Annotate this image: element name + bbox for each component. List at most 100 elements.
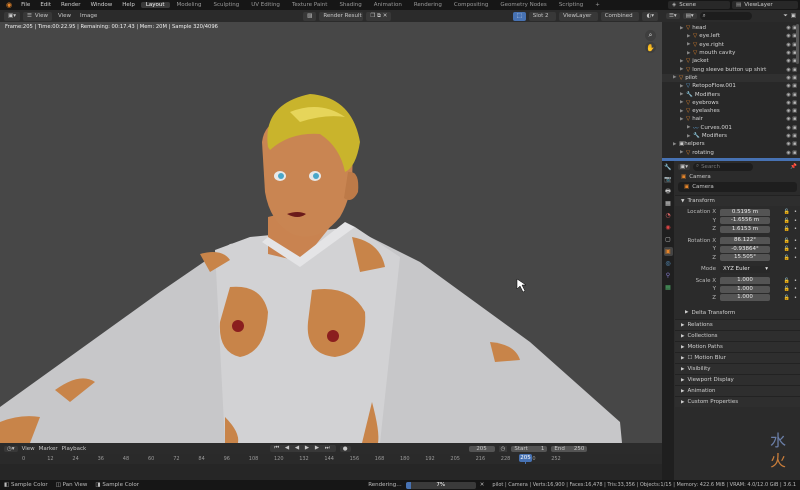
outliner-scrollbar[interactable]	[796, 24, 799, 64]
props-editor-type-button[interactable]: ▣▾	[678, 163, 690, 170]
workspace-tab-rendering[interactable]: Rendering	[409, 2, 447, 8]
lock-icon[interactable]: 🔓	[784, 295, 790, 301]
visibility-toggle-icon[interactable]: ◉ ▣	[786, 116, 797, 122]
scene-tab-icon[interactable]: ◔	[664, 211, 673, 220]
panel-header[interactable]: ▶ Motion Paths	[675, 341, 800, 352]
keyframe-dot-icon[interactable]: •	[794, 238, 797, 244]
object-tab-icon[interactable]: ▣	[663, 247, 673, 256]
outliner-item[interactable]: ▶ ▽ eye.left ◉ ▣	[662, 32, 800, 40]
image-name-field[interactable]: Render Result	[319, 11, 364, 21]
workspace-tab-animation[interactable]: Animation	[369, 2, 407, 8]
render-tab-icon[interactable]: 📷	[664, 175, 673, 184]
outliner-item[interactable]: ▶ 〰 Curves.001 ◉ ▣	[662, 124, 800, 132]
outliner-filter-icon[interactable]: ⏷	[783, 13, 787, 20]
delta-transform-panel[interactable]: ▶ Delta Transform	[675, 307, 800, 318]
motion-blur-checkbox[interactable]: ☐	[687, 355, 692, 361]
world-tab-icon[interactable]: ◉	[664, 223, 673, 232]
workspace-tab-compositing[interactable]: Compositing	[449, 2, 493, 8]
outliner-item[interactable]: ▶ ▽ RetopoFlow.001 ◉ ▣	[662, 82, 800, 90]
constraints-tab-icon[interactable]: ⚲	[664, 271, 673, 280]
scale-value-field[interactable]: 1.000	[720, 285, 770, 293]
pin-icon[interactable]: 📌	[790, 164, 797, 170]
workspace-tab-scripting[interactable]: Scripting	[554, 2, 588, 8]
timeline-editor-type-button[interactable]: ◷▾	[4, 445, 18, 452]
keyframe-dot-icon[interactable]: •	[794, 255, 797, 261]
outliner-item[interactable]: ▶ ▣ helpers ◉ ▣	[662, 140, 800, 148]
workspace-tab-sculpting[interactable]: Sculpting	[209, 2, 245, 8]
menu-edit[interactable]: Edit	[36, 2, 55, 8]
outliner-item[interactable]: ▶ ▽ eye.right ◉ ▣	[662, 41, 800, 49]
panel-header[interactable]: ▶ Relations	[675, 319, 800, 330]
panel-header[interactable]: ▶ ☐ Motion Blur	[675, 352, 800, 363]
outliner-item[interactable]: ▶ ▽ eyelashes ◉ ▣	[662, 107, 800, 115]
keyframe-dot-icon[interactable]: •	[794, 278, 797, 284]
workspace-tab-modeling[interactable]: Modeling	[172, 2, 207, 8]
lock-icon[interactable]: 🔓	[784, 255, 790, 261]
properties-search-input[interactable]: ⌕ Search	[692, 162, 753, 171]
start-frame-field[interactable]: Start 1	[511, 445, 548, 452]
image-menu[interactable]: Image	[77, 13, 100, 19]
visibility-toggle-icon[interactable]: ◉ ▣	[786, 133, 797, 139]
output-tab-icon[interactable]: 🖶	[664, 187, 673, 196]
timeline-playback-menu[interactable]: Playback	[62, 446, 87, 452]
workspace-tab-uv-editing[interactable]: UV Editing	[246, 2, 285, 8]
rotation-mode-dropdown[interactable]: XYZ Euler ▾	[720, 265, 770, 273]
editor-type-button[interactable]: ▣▾	[4, 11, 20, 21]
rotation-value-field[interactable]: -0.93864°	[720, 245, 770, 253]
visibility-toggle-icon[interactable]: ◉ ▣	[786, 100, 797, 106]
keyframe-dot-icon[interactable]: •	[794, 286, 797, 292]
lock-icon[interactable]: 🔓	[784, 218, 790, 224]
lock-icon[interactable]: 🔓	[784, 278, 790, 284]
outliner-item[interactable]: ▶ ▽ jacket ◉ ▣	[662, 57, 800, 65]
timeline-view-menu[interactable]: View	[22, 446, 35, 452]
keyframe-dot-icon[interactable]: •	[794, 209, 797, 215]
collection-tab-icon[interactable]: ▢	[664, 235, 673, 244]
image-actions[interactable]: ❐ ⧉ ✕	[366, 11, 392, 21]
scale-value-field[interactable]: 1.000	[720, 277, 770, 285]
pass-dropdown[interactable]: Combined	[600, 11, 640, 21]
outliner-display-mode[interactable]: ▤▾	[682, 13, 697, 19]
image-browse-button[interactable]: ▨	[303, 11, 317, 21]
view-mode-dropdown[interactable]: ☰ View	[22, 11, 52, 21]
rotation-value-field[interactable]: 15.505°	[720, 254, 770, 262]
visibility-toggle-icon[interactable]: ◉ ▣	[786, 83, 797, 89]
outliner-item[interactable]: ▶ ▽ pilot ◉ ▣	[662, 73, 800, 83]
location-value-field[interactable]: 0.5195 m	[720, 208, 770, 216]
slot-dropdown[interactable]: Slot 2	[528, 11, 556, 21]
menu-file[interactable]: File	[17, 2, 34, 8]
object-name-field[interactable]: ▣ Camera	[678, 182, 797, 192]
outliner-item[interactable]: ▶ ▽ eyebrows ◉ ▣	[662, 99, 800, 107]
panel-header[interactable]: ▶ Visibility	[675, 363, 800, 374]
workspace-tab-layout[interactable]: Layout	[140, 2, 170, 8]
menu-render[interactable]: Render	[57, 2, 85, 8]
render-result-viewport[interactable]: Frame:205 | Time:00:22.95 | Remaining: 0…	[0, 22, 662, 443]
lock-icon[interactable]: 🔓	[784, 246, 790, 252]
tool-tab-icon[interactable]: 🔧	[664, 163, 673, 172]
location-value-field[interactable]: 1.6153 m	[720, 225, 770, 233]
location-value-field[interactable]: -1.6556 m	[720, 217, 770, 225]
visibility-toggle-icon[interactable]: ◉ ▣	[786, 125, 797, 131]
workspace-tab-texture-paint[interactable]: Texture Paint	[287, 2, 333, 8]
transform-panel-header[interactable]: ▼ Transform	[675, 195, 800, 206]
panel-header[interactable]: ▶ Collections	[675, 330, 800, 341]
outliner-item[interactable]: ▶ ▽ long sleeve button up shirt ◉ ▣	[662, 65, 800, 73]
panel-header[interactable]: ▶ Animation	[675, 385, 800, 396]
lock-icon[interactable]: 🔓	[784, 238, 790, 244]
keyframe-dot-icon[interactable]: •	[794, 246, 797, 252]
menu-window[interactable]: Window	[87, 2, 117, 8]
visibility-toggle-icon[interactable]: ◉ ▣	[786, 150, 797, 156]
lock-icon[interactable]: 🔓	[784, 226, 790, 232]
keyframe-dot-icon[interactable]: •	[794, 295, 797, 301]
outliner-search-input[interactable]: ⌕	[699, 12, 752, 20]
timeline-playhead[interactable]: 205	[519, 454, 532, 462]
outliner-item[interactable]: ▶ 🔧 Modifiers ◉ ▣	[662, 90, 800, 98]
workspace-tab-shading[interactable]: Shading	[334, 2, 366, 8]
visibility-toggle-icon[interactable]: ◉ ▣	[786, 141, 797, 147]
outliner-item[interactable]: ▶ ▽ mouth cavity ◉ ▣	[662, 49, 800, 57]
render-progress-bar[interactable]: 7%	[405, 481, 476, 489]
visibility-toggle-icon[interactable]: ◉ ▣	[786, 75, 797, 81]
lock-icon[interactable]: 🔓	[784, 286, 790, 292]
lock-icon[interactable]: 🔓	[784, 209, 790, 215]
visibility-toggle-icon[interactable]: ◉ ▣	[786, 108, 797, 114]
outliner-item[interactable]: ▶ ▽ head ◉ ▣	[662, 24, 800, 32]
